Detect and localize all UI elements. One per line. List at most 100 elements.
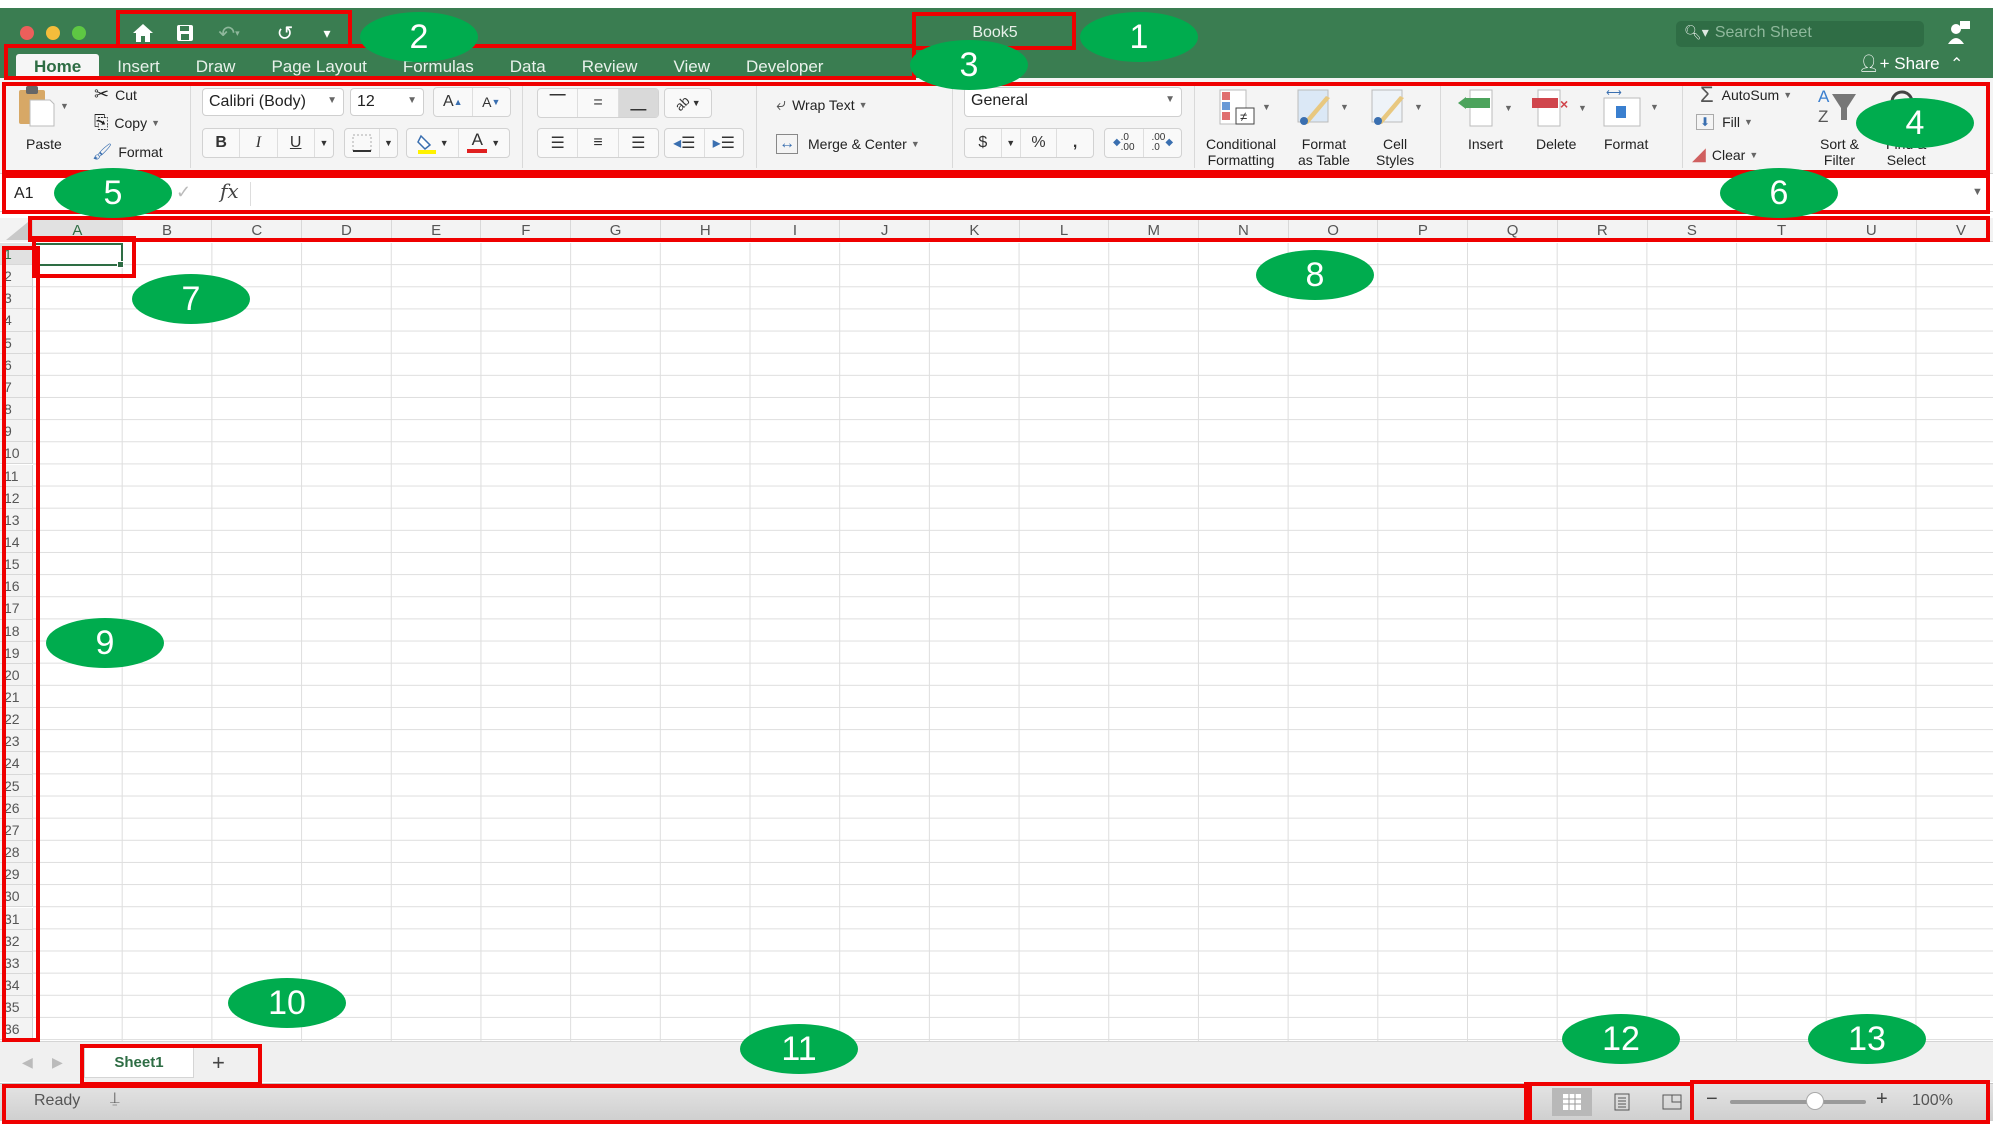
row-header-21[interactable]: 21 [0, 686, 33, 709]
sort-filter-label[interactable]: Sort & Filter [1820, 136, 1859, 168]
column-header-b[interactable]: B [123, 218, 213, 242]
grow-font-button[interactable]: A ▲ [434, 88, 473, 116]
row-header-7[interactable]: 7 [0, 375, 33, 399]
format-cells-icon[interactable]: ⟷ ▼ [1602, 86, 1659, 128]
cell-styles-icon[interactable]: ▼ [1370, 88, 1423, 126]
insert-cells-label[interactable]: Insert [1468, 136, 1503, 152]
format-cells-label[interactable]: Format [1604, 136, 1648, 152]
column-header-i[interactable]: I [751, 218, 841, 242]
wrap-text-button[interactable]: ⤶ Wrap Text ▼ [776, 94, 868, 115]
align-right-button[interactable]: ☰ [619, 129, 658, 157]
page-break-view-button[interactable] [1652, 1088, 1692, 1116]
format-as-table-icon[interactable]: ▼ [1296, 88, 1349, 126]
fill-handle[interactable] [117, 261, 124, 268]
percent-button[interactable]: % [1021, 129, 1058, 157]
row-header-24[interactable]: 24 [0, 752, 33, 775]
conditional-formatting-icon[interactable]: ≠ ▼ [1218, 88, 1271, 126]
row-header-16[interactable]: 16 [0, 575, 33, 598]
row-header-6[interactable]: 6 [0, 353, 33, 376]
search-sheet-input[interactable]: 🔍︎▾ Search Sheet [1676, 21, 1924, 47]
redo-icon[interactable]: ↺ [272, 20, 298, 46]
row-header-20[interactable]: 20 [0, 663, 33, 686]
row-header-26[interactable]: 26 [0, 796, 33, 819]
column-header-d[interactable]: D [302, 218, 392, 242]
orientation-button[interactable]: ab ▼ [664, 88, 712, 118]
merge-center-button[interactable]: ↔ Merge & Center ▼ [776, 134, 920, 154]
bold-button[interactable]: B [203, 129, 241, 157]
share-button[interactable]: 👤︎+ Share [1858, 54, 1940, 74]
row-header-27[interactable]: 27 [0, 818, 33, 842]
sort-filter-icon[interactable]: AZ [1816, 86, 1860, 126]
autosum-button[interactable]: Σ AutoSum ▼ [1700, 82, 1792, 108]
currency-button[interactable]: $ [965, 129, 1002, 157]
fill-button[interactable]: ⬇ Fill ▼ [1696, 114, 1753, 130]
enter-check-icon[interactable]: ✓ [176, 182, 191, 203]
number-format-select[interactable]: General ▼ [964, 87, 1182, 117]
sheet-tab-sheet1[interactable]: Sheet1 [84, 1048, 194, 1078]
column-header-n[interactable]: N [1199, 218, 1289, 242]
column-header-c[interactable]: C [212, 218, 303, 242]
decrease-indent-button[interactable]: ◂ ☰ [665, 129, 705, 157]
column-header-r[interactable]: R [1558, 218, 1648, 242]
active-cell-a1[interactable] [33, 243, 123, 266]
font-size-select[interactable]: 12 ▼ [350, 88, 424, 116]
name-box[interactable]: A1 [8, 180, 158, 208]
column-header-l[interactable]: L [1020, 218, 1110, 242]
column-header-o[interactable]: O [1289, 218, 1379, 242]
column-header-t[interactable]: T [1737, 218, 1827, 242]
cell-grid[interactable] [33, 243, 1993, 1041]
row-header-8[interactable]: 8 [0, 398, 33, 421]
align-top-button[interactable]: ⎺ [538, 89, 579, 117]
increase-indent-button[interactable]: ▸ ☰ [705, 129, 744, 157]
underline-dropdown-icon[interactable]: ▼ [315, 129, 333, 157]
row-header-36[interactable]: 36 [0, 1018, 33, 1041]
underline-button[interactable]: U [278, 129, 315, 157]
customize-toolbar-icon[interactable]: ▾ [314, 20, 340, 46]
row-header-3[interactable]: 3 [0, 287, 33, 310]
row-header-15[interactable]: 15 [0, 553, 33, 576]
row-header-23[interactable]: 23 [0, 730, 33, 753]
save-icon[interactable] [172, 20, 198, 46]
font-color-button[interactable]: A ▼ [459, 129, 510, 157]
column-header-f[interactable]: F [482, 218, 572, 242]
home-icon[interactable] [130, 20, 156, 46]
row-header-19[interactable]: 19 [0, 641, 33, 664]
zoom-in-button[interactable]: + [1876, 1088, 1888, 1111]
insert-cells-icon[interactable]: ▼ [1456, 88, 1513, 128]
row-header-10[interactable]: 10 [0, 442, 33, 465]
increase-decimal-button[interactable]: ◆ .0 .00 [1105, 129, 1144, 157]
zoom-slider-thumb[interactable] [1805, 1092, 1824, 1110]
row-header-18[interactable]: 18 [0, 619, 33, 642]
column-header-u[interactable]: U [1827, 218, 1917, 242]
align-bottom-button[interactable]: ⎽ [618, 89, 658, 117]
conditional-formatting-label[interactable]: Conditional Formatting [1206, 136, 1276, 168]
column-header-g[interactable]: G [571, 218, 661, 242]
row-header-32[interactable]: 32 [0, 929, 33, 952]
prev-sheet-arrow-icon[interactable]: ◀ [22, 1054, 33, 1071]
shrink-font-button[interactable]: A ▼ [473, 88, 511, 116]
cell-styles-label[interactable]: Cell Styles [1376, 136, 1414, 168]
column-header-v[interactable]: V [1917, 218, 1993, 242]
align-left-button[interactable]: ☰ [538, 129, 579, 157]
decrease-decimal-button[interactable]: .00 .0 ◆ [1144, 129, 1182, 157]
row-header-4[interactable]: 4 [0, 309, 33, 332]
format-as-table-label[interactable]: Format as Table [1298, 136, 1350, 168]
font-name-select[interactable]: Calibri (Body) ▼ [202, 88, 344, 116]
column-header-k[interactable]: K [930, 218, 1020, 242]
align-middle-button[interactable]: = [578, 89, 619, 117]
minimize-window-button[interactable] [46, 26, 60, 40]
row-header-30[interactable]: 30 [0, 885, 33, 908]
row-header-22[interactable]: 22 [0, 708, 33, 731]
format-painter-button[interactable]: 🖌︎ Format [92, 142, 163, 162]
paste-dropdown-icon[interactable]: ▼ [60, 101, 69, 111]
row-header-5[interactable]: 5 [0, 331, 33, 354]
feedback-icon[interactable] [1946, 20, 1972, 46]
row-header-31[interactable]: 31 [0, 907, 33, 930]
next-sheet-arrow-icon[interactable]: ▶ [52, 1054, 63, 1071]
row-header-2[interactable]: 2 [0, 265, 33, 288]
borders-button[interactable]: ▼ [344, 128, 398, 158]
find-select-icon[interactable] [1886, 88, 1920, 118]
row-header-9[interactable]: 9 [0, 420, 33, 443]
column-header-s[interactable]: S [1648, 218, 1738, 242]
row-header-12[interactable]: 12 [0, 486, 33, 509]
